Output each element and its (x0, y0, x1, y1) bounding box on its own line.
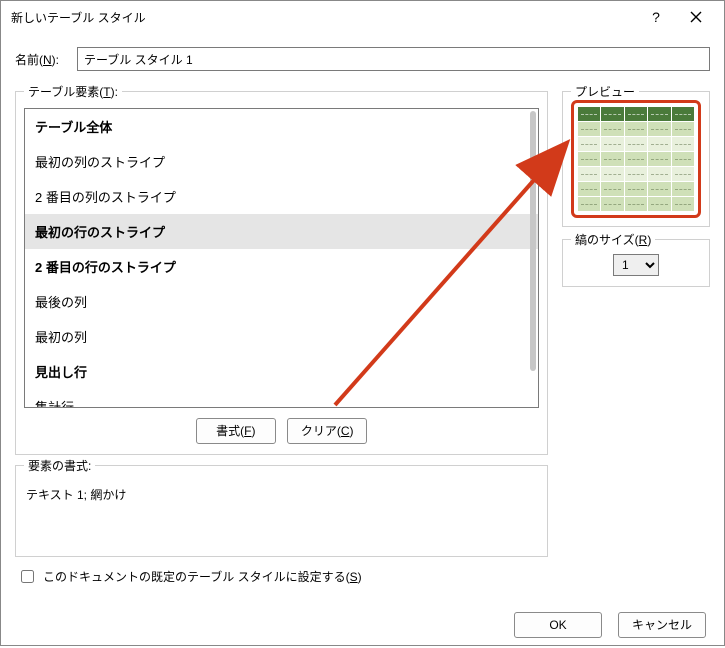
preview-table (577, 106, 695, 212)
list-item[interactable]: 最初の列のストライプ (25, 144, 538, 179)
list-item[interactable]: 2 番目の列のストライプ (25, 179, 538, 214)
format-text: テキスト 1; 網かけ (24, 482, 539, 507)
list-item[interactable]: テーブル全体 (25, 109, 538, 144)
list-item[interactable]: 2 番目の行のストライプ (25, 249, 538, 284)
elements-listbox[interactable]: テーブル全体 最初の列のストライプ 2 番目の列のストライプ 最初の行のストライ… (24, 108, 539, 408)
list-item[interactable]: 見出し行 (25, 354, 538, 389)
dialog-title: 新しいテーブル スタイル (11, 9, 636, 26)
elements-buttons: 書式(F) クリア(C) (24, 418, 539, 444)
help-button[interactable]: ? (636, 3, 676, 31)
default-style-checkbox[interactable] (21, 570, 34, 583)
name-label: 名前(N): (15, 51, 77, 68)
clear-button[interactable]: クリア(C) (287, 418, 367, 444)
close-button[interactable] (676, 3, 716, 31)
element-format-group: 要素の書式: テキスト 1; 網かけ (15, 465, 548, 557)
dialog-content: 名前(N): テーブル要素(T): テーブル全体 最初の列のストライプ 2 番目… (1, 33, 724, 604)
stripe-size-group: 縞のサイズ(R) 1 (562, 239, 710, 287)
elements-legend: テーブル要素(T): (24, 83, 122, 100)
scrollbar[interactable] (530, 111, 536, 371)
format-button[interactable]: 書式(F) (196, 418, 276, 444)
ok-button[interactable]: OK (514, 612, 602, 638)
format-legend: 要素の書式: (24, 457, 95, 474)
preview-legend: プレビュー (571, 83, 639, 100)
default-style-label[interactable]: このドキュメントの既定のテーブル スタイルに設定する(S) (43, 568, 362, 585)
close-icon (690, 11, 702, 23)
dialog-footer: OK キャンセル (1, 604, 724, 648)
list-item[interactable]: 最初の列 (25, 319, 538, 354)
preview-group: プレビュー (562, 91, 710, 227)
cancel-button[interactable]: キャンセル (618, 612, 706, 638)
preview-highlight (571, 100, 701, 218)
list-item[interactable]: 最初の行のストライプ (25, 214, 538, 249)
titlebar: 新しいテーブル スタイル ? (1, 1, 724, 33)
default-style-row: このドキュメントの既定のテーブル スタイルに設定する(S) (17, 567, 710, 586)
table-elements-group: テーブル要素(T): テーブル全体 最初の列のストライプ 2 番目の列のストライ… (15, 91, 548, 455)
list-item[interactable]: 集計行 (25, 389, 538, 408)
main-row: テーブル要素(T): テーブル全体 最初の列のストライプ 2 番目の列のストライ… (15, 85, 710, 557)
stripe-size-select[interactable]: 1 (613, 254, 659, 276)
name-row: 名前(N): (15, 47, 710, 71)
list-item[interactable]: 最後の列 (25, 284, 538, 319)
left-column: テーブル要素(T): テーブル全体 最初の列のストライプ 2 番目の列のストライ… (15, 85, 548, 557)
right-column: プレビュー (562, 85, 710, 557)
stripe-size-legend: 縞のサイズ(R) (571, 231, 655, 248)
name-input[interactable] (77, 47, 710, 71)
